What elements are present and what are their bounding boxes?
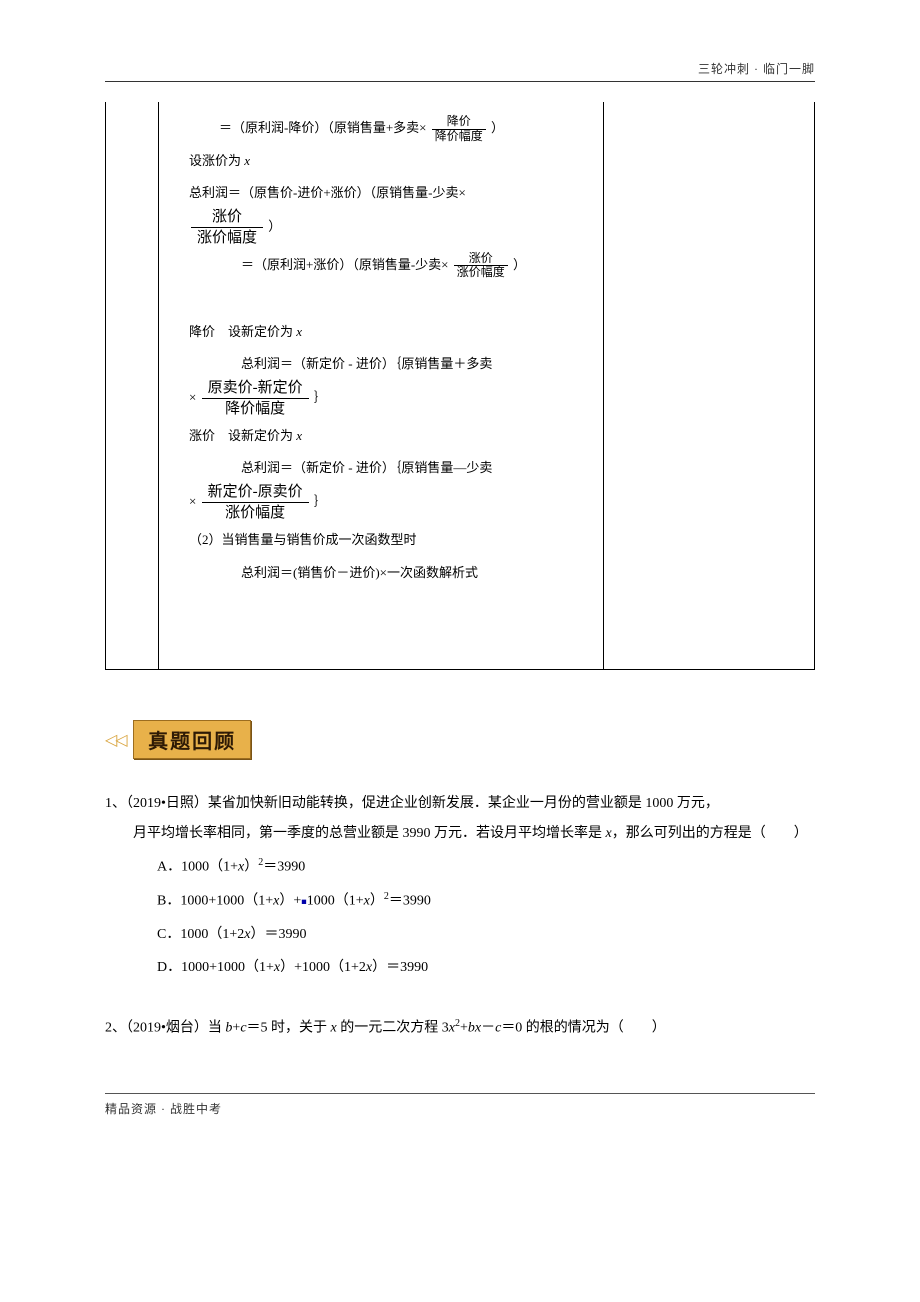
formula-line: （2）当销售量与销售价成一次函数型时 (171, 526, 591, 555)
option-d: D．1000+1000（1+x）+1000（1+2x）＝3990 (105, 953, 815, 982)
formula-line: 降价 设新定价为 x (171, 318, 591, 347)
question-1: 1、（2019•日照）某省加快新旧动能转换，促进企业创新发展．某企业一月份的营业… (105, 789, 815, 983)
question-source: （2019•日照） (126, 796, 208, 811)
text: 月平均增长率相同，第一季度的总营业额是 3990 万元．若设月平均增长率是 (133, 826, 606, 841)
text: ） (513, 257, 526, 272)
text: × (189, 389, 196, 404)
spacer (171, 591, 591, 661)
frac-num: 原卖价-新定价 (202, 379, 309, 399)
fraction: 原卖价-新定价 降价幅度 (202, 379, 309, 418)
formula-line: 总利润＝（新定价 - 进价）｛原销售量＋多卖 (171, 350, 591, 379)
page-header-right: 三轮冲刺 · 临门一脚 (105, 60, 815, 82)
spacer (171, 284, 591, 314)
frac-num: 降价 (432, 115, 486, 129)
text: 总利润＝（新定价 - 进价）｛原销售量—少卖 (241, 460, 492, 475)
text: ＝（原利润+涨价）（原销售量-少卖× (241, 257, 449, 272)
question-2: 2、（2019•烟台）当 b+c＝5 时，关于 x 的一元二次方程 3x2+bx… (105, 1013, 815, 1043)
question-source: （2019•烟台） (126, 1020, 208, 1035)
frac-num: 新定价-原卖价 (202, 483, 309, 503)
question-number: 2、 (105, 1020, 126, 1035)
var-x: x (296, 428, 302, 443)
question-number: 1、 (105, 796, 126, 811)
var-x: x (475, 1020, 481, 1035)
text: 总利润＝（原售价-进价+涨价）（原销售量-少卖× (189, 185, 466, 200)
formula-line: ＝（原利润+涨价）（原销售量-少卖× 涨价 涨价幅度 ） (171, 251, 591, 280)
option-b: B．1000+1000（1+x）+■1000（1+x）2＝3990 (105, 886, 815, 916)
option-a: A．1000（1+x）2＝3990 (105, 852, 815, 882)
frac-num: 涨价 (191, 208, 263, 228)
fraction: 降价 降价幅度 (432, 115, 486, 142)
text: 总利润＝(销售价－进价)×一次函数解析式 (241, 565, 478, 580)
formula-line: 总利润＝（原售价-进价+涨价）（原销售量-少卖× (171, 179, 591, 208)
fraction: 涨价 涨价幅度 (191, 208, 263, 247)
formula-line: 总利润＝(销售价－进价)×一次函数解析式 (171, 559, 591, 588)
frac-den: 涨价幅度 (191, 228, 263, 247)
var: b (468, 1020, 475, 1035)
text: 当 (208, 1020, 226, 1035)
frac-den: 涨价幅度 (454, 266, 508, 279)
text: ） (268, 218, 281, 233)
text: ｝ (314, 389, 327, 404)
text: 降价 设新定价为 (189, 324, 296, 339)
formula-line: 设涨价为 x (171, 147, 591, 176)
formula-line: 涨价 设新定价为 x (171, 422, 591, 451)
formula-line: × 新定价-原卖价 涨价幅度 ｝ (171, 483, 591, 522)
section-badge: 真题回顾 (133, 720, 251, 759)
formula-line: × 原卖价-新定价 降价幅度 ｝ (171, 379, 591, 418)
document-page: 三轮冲刺 · 临门一脚 ＝（原利润-降价）（原销售量+多卖× 降价 降价幅度 ）… (0, 0, 920, 1157)
text: × (189, 493, 196, 508)
text: ＝（原利润-降价）（原销售量+多卖× (219, 120, 427, 135)
var-x: x (296, 324, 302, 339)
triangle-icon: ◁◁ (105, 730, 126, 750)
option-c: C．1000（1+2x）＝3990 (105, 920, 815, 949)
table-left-stub (106, 102, 159, 670)
section-header: ◁◁ 真题回顾 (105, 720, 815, 759)
text: 某省加快新旧动能转换，促进企业创新发展．某企业一月份的营业额是 1000 万元， (208, 796, 719, 811)
formula-line: ＝（原利润-降价）（原销售量+多卖× 降价 降价幅度 ） (171, 114, 591, 143)
fraction: 新定价-原卖价 涨价幅度 (202, 483, 309, 522)
text: 总利润＝（新定价 - 进价）｛原销售量＋多卖 (241, 356, 492, 371)
text: 的一元二次方程 3 (337, 1020, 449, 1035)
question-stem: 1、（2019•日照）某省加快新旧动能转换，促进企业创新发展．某企业一月份的营业… (105, 789, 815, 818)
fraction: 涨价 涨价幅度 (454, 252, 508, 279)
text: 涨价 设新定价为 (189, 428, 296, 443)
text: ，那么可列出的方程是（ ） (612, 826, 808, 841)
frac-den: 涨价幅度 (202, 503, 309, 522)
var: b (225, 1020, 232, 1035)
exp: 2 (455, 1018, 460, 1029)
table-formula-cell: ＝（原利润-降价）（原销售量+多卖× 降价 降价幅度 ） 设涨价为 x 总利润＝… (159, 102, 604, 670)
page-footer: 精品资源 · 战胜中考 (105, 1093, 815, 1117)
text: ） (491, 120, 504, 135)
var-x: x (244, 153, 250, 168)
formula-line: 总利润＝（新定价 - 进价）｛原销售量—少卖 (171, 454, 591, 483)
text: （2）当销售量与销售价成一次函数型时 (189, 532, 417, 547)
text: ＝5 时，关于 (247, 1020, 331, 1035)
frac-den: 降价幅度 (432, 130, 486, 143)
text: 设涨价为 (189, 153, 244, 168)
text: ｝ (314, 493, 327, 508)
formula-line: 涨价 涨价幅度 ） (171, 208, 591, 247)
question-stem-line2: 月平均增长率相同，第一季度的总营业额是 3990 万元．若设月平均增长率是 x，… (105, 819, 815, 848)
formula-table: ＝（原利润-降价）（原销售量+多卖× 降价 降价幅度 ） 设涨价为 x 总利润＝… (105, 102, 815, 670)
text: ＝0 的根的情况为（ ） (501, 1020, 666, 1035)
frac-den: 降价幅度 (202, 399, 309, 418)
table-right-empty (604, 102, 815, 670)
question-stem: 2、（2019•烟台）当 b+c＝5 时，关于 x 的一元二次方程 3x2+bx… (105, 1013, 815, 1043)
